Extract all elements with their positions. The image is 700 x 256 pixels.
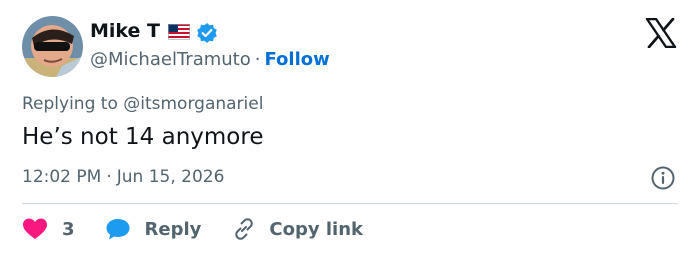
replying-to-handle[interactable]: @itsmorganariel <box>123 94 263 114</box>
info-icon[interactable] <box>650 165 676 191</box>
author-handle[interactable]: @MichaelTramuto <box>90 49 251 70</box>
separator-dot: · <box>254 49 261 70</box>
timestamp[interactable]: 12:02 PM · Jun 15, 2026 <box>22 167 224 187</box>
reply-label: Reply <box>144 218 202 240</box>
replying-prefix: Replying to <box>22 94 118 114</box>
verified-badge-icon <box>196 22 218 44</box>
heart-icon <box>22 217 48 241</box>
copy-link-button[interactable]: Copy link <box>231 216 363 242</box>
like-count: 3 <box>62 218 75 240</box>
like-button[interactable]: 3 <box>22 217 75 241</box>
link-icon <box>231 216 257 242</box>
divider <box>22 203 678 204</box>
avatar[interactable] <box>22 16 83 77</box>
x-logo-icon[interactable] <box>645 17 677 49</box>
author-name[interactable]: Mike T <box>90 20 160 42</box>
replying-to-line: Replying to @itsmorganariel <box>22 94 263 114</box>
reply-button[interactable]: Reply <box>105 217 202 241</box>
tweet-text: He’s not 14 anymore <box>22 124 264 150</box>
tweet-time[interactable]: 12:02 PM <box>22 167 101 187</box>
separator-dot: · <box>106 167 112 187</box>
reply-bubble-icon <box>105 217 131 241</box>
tweet-date[interactable]: Jun 15, 2026 <box>117 167 225 187</box>
follow-button[interactable]: Follow <box>264 49 329 70</box>
handle-line: @MichaelTramuto · Follow <box>90 49 330 70</box>
us-flag-icon <box>168 24 190 40</box>
action-bar: 3 Reply Copy link <box>22 214 363 244</box>
copy-link-label: Copy link <box>269 218 363 240</box>
